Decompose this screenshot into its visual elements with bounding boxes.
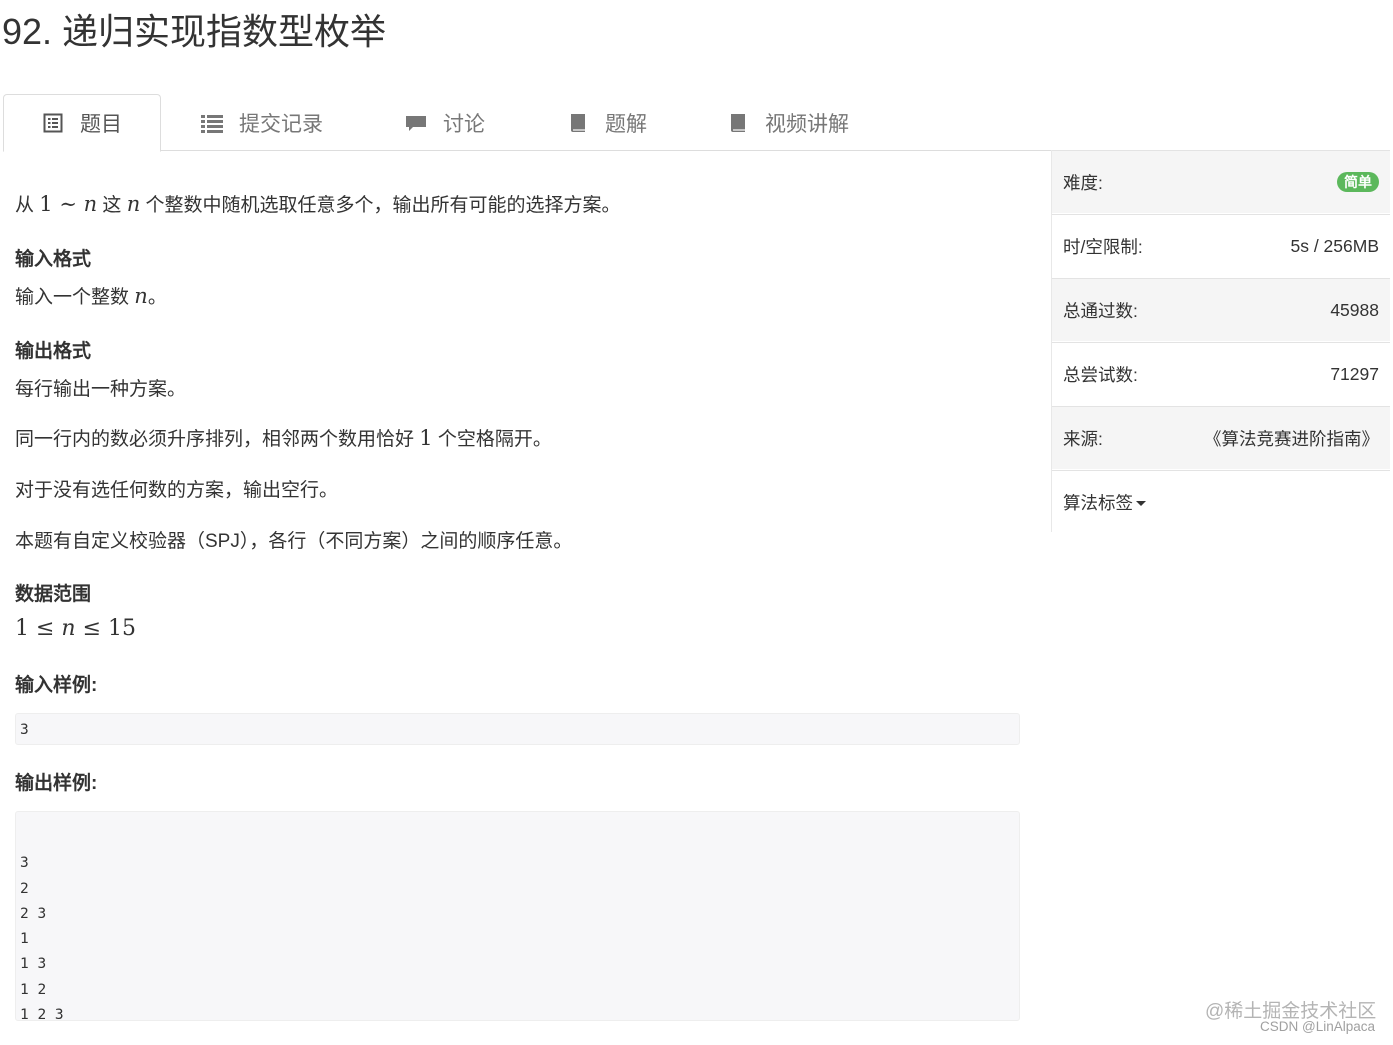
tab-problem[interactable]: 题目 [3, 94, 161, 152]
caret-down-icon [1136, 501, 1146, 507]
output-format-empty: 对于没有选任何数的方案，输出空行。 [15, 480, 339, 501]
passed-value: 45988 [1330, 299, 1379, 320]
sample-output-heading: 输出样例: [15, 773, 98, 794]
page-title: 92. 递归实现指数型枚举 [2, 11, 387, 52]
book-icon [727, 112, 749, 134]
tab-discussion[interactable]: 讨论 [405, 94, 485, 151]
comment-icon [405, 112, 427, 134]
tab-label: 题解 [605, 112, 647, 136]
tab-submissions[interactable]: 提交记录 [201, 94, 323, 151]
output-format-spj: 本题有自定义校验器（SPJ），各行（不同方案）之间的顺序任意。 [15, 531, 573, 552]
input-format-desc: 输入一个整数 n。 [15, 284, 167, 308]
tab-label: 讨论 [443, 112, 485, 136]
tags-row[interactable]: 算法标签 [1052, 470, 1390, 533]
output-format-spacing: 同一行内的数必须升序排列，相邻两个数用恰好 1 个空格隔开。 [15, 426, 552, 450]
sample-output-box[interactable]: 3 2 2 3 1 1 3 1 2 1 2 3 [15, 811, 1020, 1023]
limit-label: 时/空限制: [1063, 236, 1143, 257]
input-format-heading: 输入格式 [15, 249, 92, 270]
attempts-label: 总尝试数: [1063, 364, 1138, 385]
tags-label: 算法标签 [1063, 492, 1133, 513]
limit-value: 5s / 256MB [1290, 235, 1379, 256]
difficulty-badge: 简单 [1337, 172, 1379, 192]
sample-input-heading: 输入样例: [15, 675, 98, 696]
source-row: 来源: 《算法竞赛进阶指南》 [1052, 406, 1390, 469]
tab-label: 视频讲解 [765, 112, 849, 136]
problem-intro: 从 1 ∼ n 这 n 个整数中随机选取任意多个，输出所有可能的选择方案。 [15, 192, 621, 216]
data-range: 1 ≤ n ≤ 15 [15, 616, 137, 641]
problem-tabs: 题目 提交记录 讨论 题解 视频讲解 [3, 94, 1390, 152]
data-range-heading: 数据范围 [15, 584, 92, 605]
difficulty-row: 难度: 简单 [1052, 150, 1390, 213]
attempts-row: 总尝试数: 71297 [1052, 342, 1390, 405]
passed-row: 总通过数: 45988 [1052, 278, 1390, 341]
source-label: 来源: [1063, 428, 1103, 449]
book-icon [567, 112, 589, 134]
tab-solutions[interactable]: 题解 [567, 94, 647, 151]
source-value[interactable]: 《算法竞赛进阶指南》 [1204, 426, 1379, 451]
output-format-desc: 每行输出一种方案。 [15, 379, 187, 400]
tab-video[interactable]: 视频讲解 [727, 94, 849, 151]
difficulty-label: 难度: [1063, 172, 1103, 193]
output-format-heading: 输出格式 [15, 341, 92, 362]
tab-label: 提交记录 [239, 112, 323, 136]
list-alt-icon [42, 112, 64, 134]
tab-label: 题目 [80, 113, 122, 136]
tags-toggle[interactable]: 算法标签 [1063, 490, 1146, 515]
watermark-csdn: CSDN @LinAlpaca [1260, 1019, 1376, 1034]
passed-label: 总通过数: [1063, 300, 1138, 321]
limit-row: 时/空限制: 5s / 256MB [1052, 214, 1390, 277]
sample-input-box[interactable]: 3 [15, 713, 1020, 745]
list-icon [201, 112, 223, 134]
problem-info-panel: 难度: 简单 时/空限制: 5s / 256MB 总通过数: 45988 总尝试… [1051, 150, 1390, 533]
attempts-value: 71297 [1330, 363, 1379, 384]
